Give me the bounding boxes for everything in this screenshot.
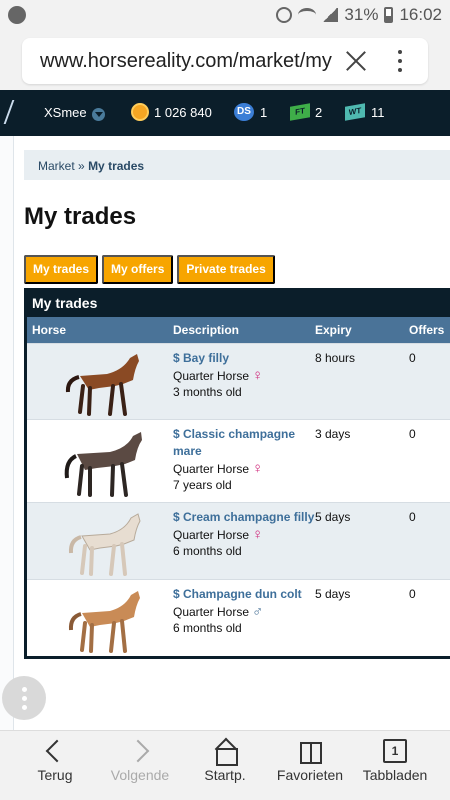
home-button[interactable]: Startp. [182, 739, 268, 795]
page-title: My trades [24, 203, 137, 230]
horse-listing-link[interactable]: $ Cream champagne filly [173, 509, 314, 526]
browser-bottom-nav: Terug Volgende Startp. Favorieten 1 Tabb… [0, 730, 450, 800]
expiry-value: 8 hours [315, 351, 356, 365]
more-options-icon[interactable] [394, 50, 406, 72]
wt-ticket-icon: WT [345, 103, 365, 121]
ft-balance: 2 [315, 105, 323, 120]
female-icon: ♀ [252, 460, 264, 477]
tab-private-trades[interactable]: Private trades [177, 255, 275, 284]
horse-listing-link[interactable]: $ Champagne dun colt [173, 586, 302, 603]
expiry-value: 5 days [315, 587, 351, 601]
ft-ticket-icon: FT [290, 103, 310, 121]
battery-icon [384, 7, 394, 23]
account-dropdown-icon[interactable] [92, 108, 105, 121]
left-rail [0, 136, 14, 730]
breadcrumb-separator: » [78, 159, 85, 173]
wt-balance: 11 [371, 105, 385, 120]
horse-thumbnail[interactable] [55, 346, 155, 418]
status-bar: 31% 16:02 [0, 0, 450, 32]
spotify-icon [8, 6, 26, 24]
horse-breed: Quarter Horse ♀ [173, 367, 264, 384]
tab-my-trades[interactable]: My trades [24, 255, 99, 284]
battery-percent: 31% [344, 5, 379, 24]
breadcrumb-market[interactable]: Market [38, 159, 75, 173]
expiry-value: 3 days [315, 427, 351, 441]
main-content: Market » My trades My trades My trades M… [14, 136, 450, 730]
horse-age: 3 months old [173, 385, 242, 399]
tabs-icon: 1 [383, 739, 407, 763]
horse-age: 6 months old [173, 621, 242, 635]
female-icon: ♀ [252, 367, 264, 384]
coin-balance: 1 026 840 [154, 105, 212, 120]
wifi-icon [298, 8, 317, 22]
forward-icon [128, 739, 152, 763]
horse-breed: Quarter Horse ♀ [173, 460, 264, 477]
column-header-description: Description [173, 323, 240, 337]
horse-thumbnail[interactable] [55, 426, 155, 498]
column-header-horse: Horse [32, 323, 67, 337]
table-header: Horse Description Expiry Offers [27, 317, 450, 343]
table-title: My trades [27, 288, 450, 317]
table-row[interactable]: $ Bay filly Quarter Horse ♀ 3 months old … [27, 343, 450, 419]
trade-tabs: My trades My offers Private trades [24, 255, 275, 284]
horse-breed: Quarter Horse ♀ [173, 526, 264, 543]
offers-count: 0 [409, 427, 416, 441]
male-icon: ♂ [252, 603, 264, 620]
alarm-icon [276, 7, 293, 23]
address-bar[interactable]: www.horsereality.com/market/my [22, 38, 428, 84]
signal-icon [322, 8, 339, 22]
female-icon: ♀ [252, 526, 264, 543]
coin-icon [131, 103, 149, 121]
ds-currency-icon: DS [234, 103, 254, 121]
ds-balance: 1 [260, 105, 268, 120]
tabs-button[interactable]: 1 Tabbladen [352, 739, 438, 795]
more-actions-fab[interactable] [2, 676, 46, 720]
tabs-label: Tabbladen [362, 767, 428, 783]
offers-count: 0 [409, 351, 416, 365]
bookmarks-label: Favorieten [276, 767, 344, 783]
back-button[interactable]: Terug [12, 739, 98, 795]
username[interactable]: XSmee [44, 105, 87, 120]
bookmarks-icon [298, 739, 322, 764]
tab-my-offers[interactable]: My offers [102, 255, 174, 284]
site-logo[interactable] [0, 100, 15, 124]
bookmarks-button[interactable]: Favorieten [267, 739, 353, 795]
site-top-bar: XSmee 1 026 840 DS 1 FT 2 WT 11 [0, 90, 450, 136]
offers-count: 0 [409, 587, 416, 601]
home-label: Startp. [204, 767, 246, 783]
home-icon [213, 739, 238, 766]
status-icons: 31% 16:02 [276, 5, 442, 25]
close-icon[interactable] [340, 45, 372, 77]
trades-table: My trades Horse Description Expiry Offer… [24, 288, 450, 659]
column-header-expiry: Expiry [315, 323, 352, 337]
horse-age: 7 years old [173, 478, 232, 492]
clock: 16:02 [399, 5, 442, 24]
table-row[interactable]: $ Cream champagne filly Quarter Horse ♀ 6… [27, 502, 450, 579]
horse-thumbnail[interactable] [55, 506, 155, 578]
horse-age: 6 months old [173, 544, 242, 558]
table-row[interactable]: $ Champagne dun colt Quarter Horse ♂ 6 mo… [27, 579, 450, 656]
back-icon [43, 739, 67, 763]
offers-count: 0 [409, 510, 416, 524]
forward-button[interactable]: Volgende [97, 739, 183, 795]
horse-breed: Quarter Horse ♂ [173, 603, 264, 620]
url-text[interactable]: www.horsereality.com/market/my [40, 50, 340, 73]
breadcrumb-current: My trades [88, 159, 145, 173]
breadcrumb: Market » My trades [24, 150, 450, 180]
expiry-value: 5 days [315, 510, 351, 524]
browser-toolbar: www.horsereality.com/market/my [0, 32, 450, 122]
column-header-offers: Offers [409, 323, 445, 337]
horse-listing-link[interactable]: $ Bay filly [173, 350, 229, 367]
horse-listing-link[interactable]: $ Classic champagne mare [173, 426, 313, 460]
horse-thumbnail[interactable] [55, 583, 155, 655]
table-row[interactable]: $ Classic champagne mare Quarter Horse ♀ … [27, 419, 450, 502]
forward-label: Volgende [110, 767, 170, 783]
back-label: Terug [37, 767, 73, 783]
